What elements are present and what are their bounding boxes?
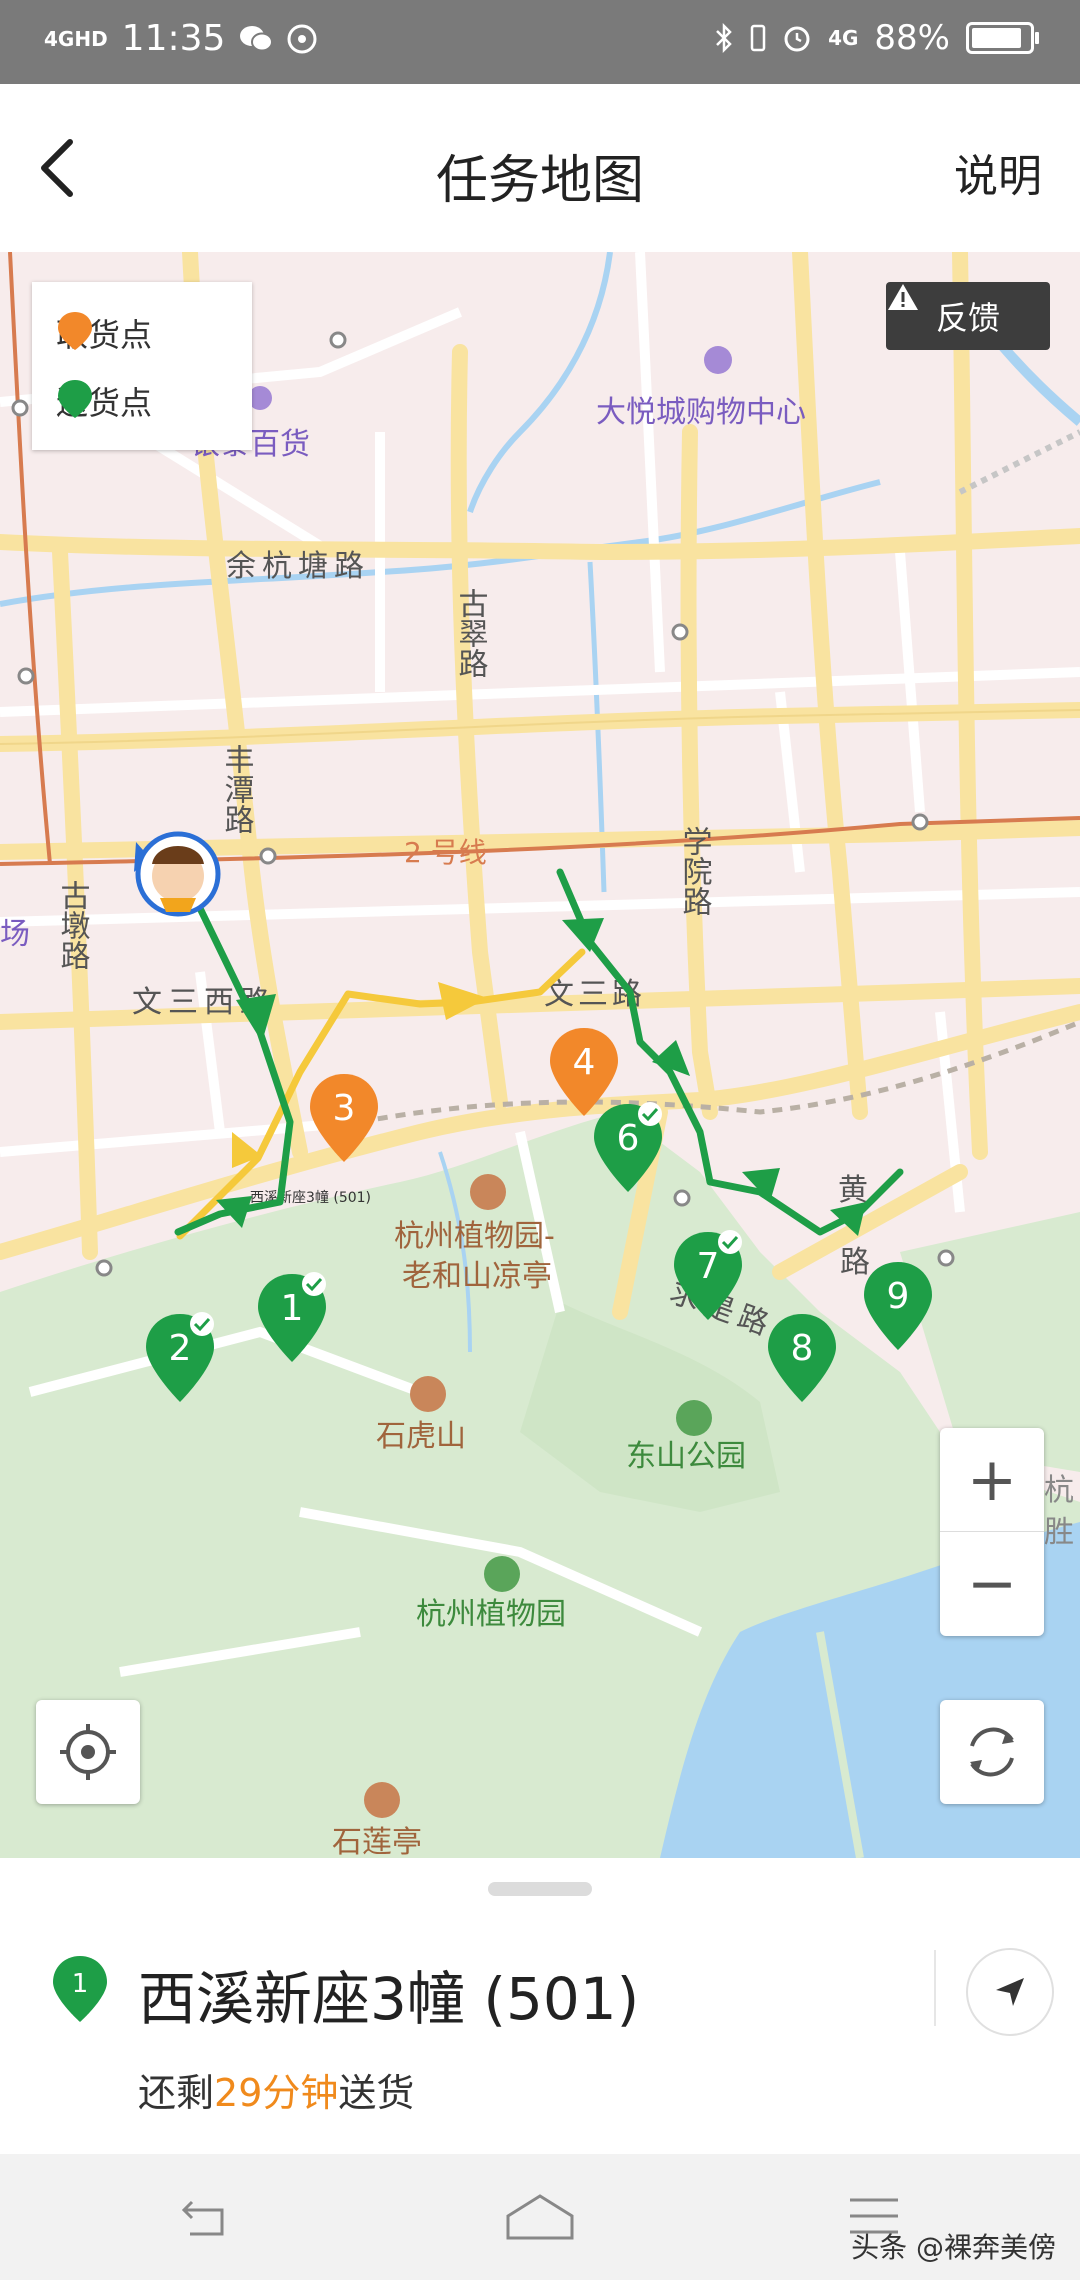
- alarm-icon: [784, 26, 810, 52]
- help-button[interactable]: 说明: [954, 140, 1042, 204]
- map-label-dongshan: 东山公园: [626, 1439, 746, 1474]
- marker-number: 2: [169, 1328, 192, 1369]
- courier-avatar[interactable]: [134, 831, 221, 917]
- feedback-button[interactable]: 反馈: [886, 282, 1050, 350]
- map-canvas[interactable]: 大悦城购物中心 银泰百货 余杭塘路 文三西路 文三路 求是路 黄 路 场 古翠路…: [0, 252, 1080, 1858]
- map-label-gucui: 古翠路: [453, 588, 488, 678]
- locate-button[interactable]: [36, 1700, 140, 1804]
- remaining-time: 还剩29分钟送货: [138, 2062, 414, 2117]
- warning-icon: [888, 284, 918, 310]
- refresh-button[interactable]: [940, 1700, 1044, 1804]
- map-label-fengtan: 丰潭路: [219, 744, 254, 834]
- map-label-yuhang: 余杭塘路: [226, 549, 370, 584]
- remaining-minutes: 29分钟: [214, 2071, 339, 2115]
- marker-number: 7: [697, 1246, 720, 1287]
- task-pin-number: 1: [72, 1969, 89, 1999]
- divider: [934, 1950, 936, 2026]
- vibrate-icon: [750, 24, 766, 52]
- remaining-prefix: 还剩: [138, 2071, 215, 2115]
- title-bar: 任务地图 说明: [0, 84, 1080, 252]
- map-label-botanical: 杭州植物园: [416, 1597, 566, 1632]
- marker-number: 4: [573, 1042, 596, 1083]
- map-label-xueyuan: 学院路: [677, 826, 712, 916]
- back-nav-icon[interactable]: [176, 2192, 236, 2242]
- map-legend: 取货点 送货点: [32, 282, 252, 450]
- map-label-gudun: 古墩路: [55, 880, 90, 970]
- map-marker-9[interactable]: 9: [858, 1258, 938, 1354]
- map-label-shihu: 石虎山: [376, 1419, 466, 1454]
- railway: [958, 429, 1080, 495]
- zoom-out-button[interactable]: −: [940, 1532, 1044, 1636]
- map-marker-8[interactable]: 8: [762, 1310, 842, 1406]
- refresh-icon: [970, 1727, 1014, 1777]
- navigate-button[interactable]: [966, 1948, 1054, 2036]
- navigation-arrow-icon: [996, 1978, 1024, 2006]
- delivery-pin-icon: 1: [53, 1956, 107, 2022]
- battery-percent: 88%: [874, 18, 950, 58]
- sheet-drag-handle[interactable]: [488, 1882, 592, 1896]
- battery-icon: [966, 22, 1039, 54]
- check-icon: [718, 1230, 742, 1254]
- map-label-pavilion-2: 老和山凉亭: [402, 1259, 552, 1294]
- delivery-pin-icon: [58, 380, 92, 418]
- legend-pickup: 取货点: [56, 310, 152, 356]
- home-nav-icon[interactable]: [504, 2192, 576, 2242]
- check-icon: [302, 1272, 326, 1296]
- map-label-shilian: 石莲亭: [332, 1825, 422, 1858]
- system-nav-bar: 头条 @裸奔美傍: [0, 2154, 1080, 2280]
- status-bar: 4GHD 11:35 4G 88%: [0, 0, 1080, 84]
- marker-number: 1: [281, 1288, 304, 1329]
- feedback-label: 反馈: [935, 299, 1000, 337]
- map-marker-1[interactable]: 1: [252, 1270, 332, 1366]
- status-left: 4GHD 11:35: [44, 18, 317, 59]
- zoom-control: + −: [940, 1428, 1044, 1636]
- check-icon: [638, 1102, 662, 1126]
- status-time: 11:35: [121, 18, 226, 59]
- watermark: 头条 @裸奔美傍: [851, 2231, 1056, 2264]
- mobile-data-indicator: 4G: [828, 26, 859, 50]
- crosshair-icon: [60, 1724, 116, 1780]
- task-address: 西溪新座3幢 (501): [138, 1965, 640, 2033]
- route-arrow: [742, 1168, 780, 1202]
- map-marker-2[interactable]: 2: [140, 1310, 220, 1406]
- map-marker-3[interactable]: 3: [304, 1070, 384, 1166]
- river: [467, 252, 613, 513]
- wechat-icon: [240, 25, 274, 51]
- map-label-edge-2: 胜: [1044, 1515, 1074, 1550]
- network-indicator: 4GHD: [44, 26, 108, 51]
- bluetooth-icon: [716, 23, 732, 53]
- map-marker-6[interactable]: 6: [588, 1100, 668, 1196]
- remaining-suffix: 送货: [338, 2071, 415, 2115]
- marker-number: 6: [617, 1118, 640, 1159]
- map-label-pavilion-1: 杭州植物园-: [394, 1219, 555, 1254]
- map-label-edge-1: 杭: [1044, 1473, 1074, 1508]
- marker-number: 3: [333, 1088, 356, 1129]
- marker-number: 9: [887, 1276, 910, 1317]
- page-title: 任务地图: [435, 151, 644, 211]
- check-icon: [190, 1312, 214, 1336]
- pickup-pin-icon: [58, 312, 92, 350]
- map-label-chang: 场: [0, 917, 30, 952]
- map-label-dayue: 大悦城购物中心: [596, 395, 806, 430]
- map-marker-7[interactable]: 7: [668, 1228, 748, 1324]
- status-right: 4G 88%: [714, 18, 1039, 58]
- battery-level: [972, 28, 1022, 48]
- task-map[interactable]: 大悦城购物中心 银泰百货 余杭塘路 文三西路 文三路 求是路 黄 路 场 古翠路…: [0, 252, 1080, 1858]
- app-notification-icon: [287, 24, 317, 53]
- zoom-in-button[interactable]: +: [940, 1428, 1044, 1532]
- task-sheet: 1 西溪新座3幢 (501) 还剩29分钟送货: [0, 1858, 1080, 2154]
- legend-delivery: 送货点: [56, 378, 152, 424]
- marker-number: 8: [791, 1328, 814, 1369]
- map-label-line2: 2 号线: [404, 836, 487, 869]
